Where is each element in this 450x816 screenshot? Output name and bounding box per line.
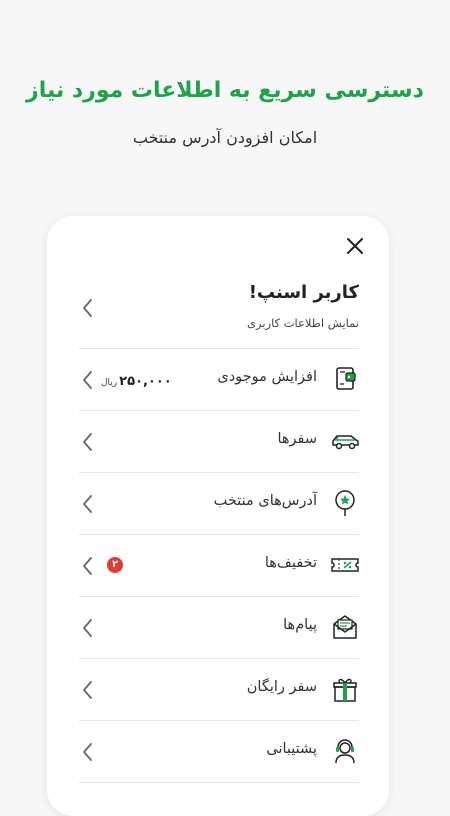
- balance-value: ۲۵۰,۰۰۰: [119, 374, 172, 389]
- chevron-left-icon: [83, 681, 92, 699]
- menu-item-label: افزایش موجودی: [217, 369, 317, 385]
- chevron-left-icon: [83, 557, 92, 575]
- close-icon: [347, 238, 363, 254]
- discount-icon: [331, 558, 359, 572]
- location-star-icon: [335, 490, 355, 516]
- menu-item-trips[interactable]: سفرها: [79, 411, 359, 473]
- menu-item-label: سفر رایگان: [246, 679, 317, 695]
- profile-row[interactable]: کاربر اسنپ! نمایش اطلاعات کاربری: [79, 280, 359, 349]
- chevron-left-icon: [83, 619, 92, 637]
- mail-icon: [333, 615, 357, 639]
- gift-icon: [333, 678, 357, 702]
- chevron-left-icon: [83, 433, 92, 451]
- side-menu-drawer: کاربر اسنپ! نمایش اطلاعات کاربری افزایش …: [47, 216, 389, 816]
- menu-item-free-ride[interactable]: سفر رایگان: [79, 659, 359, 721]
- menu-item-label: تخفیف‌ها: [264, 555, 317, 571]
- support-icon: [335, 739, 355, 764]
- menu-item-support[interactable]: پشتیبانی: [79, 721, 359, 783]
- notification-badge: ۲: [107, 557, 123, 573]
- chevron-left-icon: [83, 495, 92, 513]
- profile-subtitle: نمایش اطلاعات کاربری: [246, 316, 359, 330]
- menu-item-label: پیام‌ها: [283, 617, 317, 633]
- menu-item-label: آدرس‌های منتخب: [213, 493, 317, 509]
- menu-item-label: سفرها: [277, 431, 317, 447]
- menu-item-wallet[interactable]: افزایش موجودی ۲۵۰,۰۰۰ریال: [79, 349, 359, 411]
- menu-item-messages[interactable]: پیام‌ها: [79, 597, 359, 659]
- menu-item-favorite-addresses[interactable]: آدرس‌های منتخب: [79, 473, 359, 535]
- car-icon: [332, 435, 359, 450]
- balance-unit: ریال: [101, 378, 118, 388]
- menu-item-discounts[interactable]: تخفیف‌ها ۲: [79, 535, 359, 597]
- chevron-left-icon: [83, 299, 92, 317]
- profile-name: کاربر اسنپ!: [248, 282, 359, 303]
- menu-item-label: پشتیبانی: [266, 741, 317, 757]
- promo-title: دسترسی سریع به اطلاعات مورد نیاز: [26, 78, 424, 103]
- promo-subtitle: امکان افزودن آدرس منتخب: [132, 128, 318, 147]
- chevron-left-icon: [83, 743, 92, 761]
- wallet-icon: [336, 367, 356, 390]
- chevron-left-icon: [83, 371, 92, 389]
- close-button[interactable]: [345, 236, 365, 256]
- wallet-balance: ۲۵۰,۰۰۰ریال: [101, 370, 172, 389]
- drawer-menu-list: افزایش موجودی ۲۵۰,۰۰۰ریال سفرها: [79, 349, 359, 783]
